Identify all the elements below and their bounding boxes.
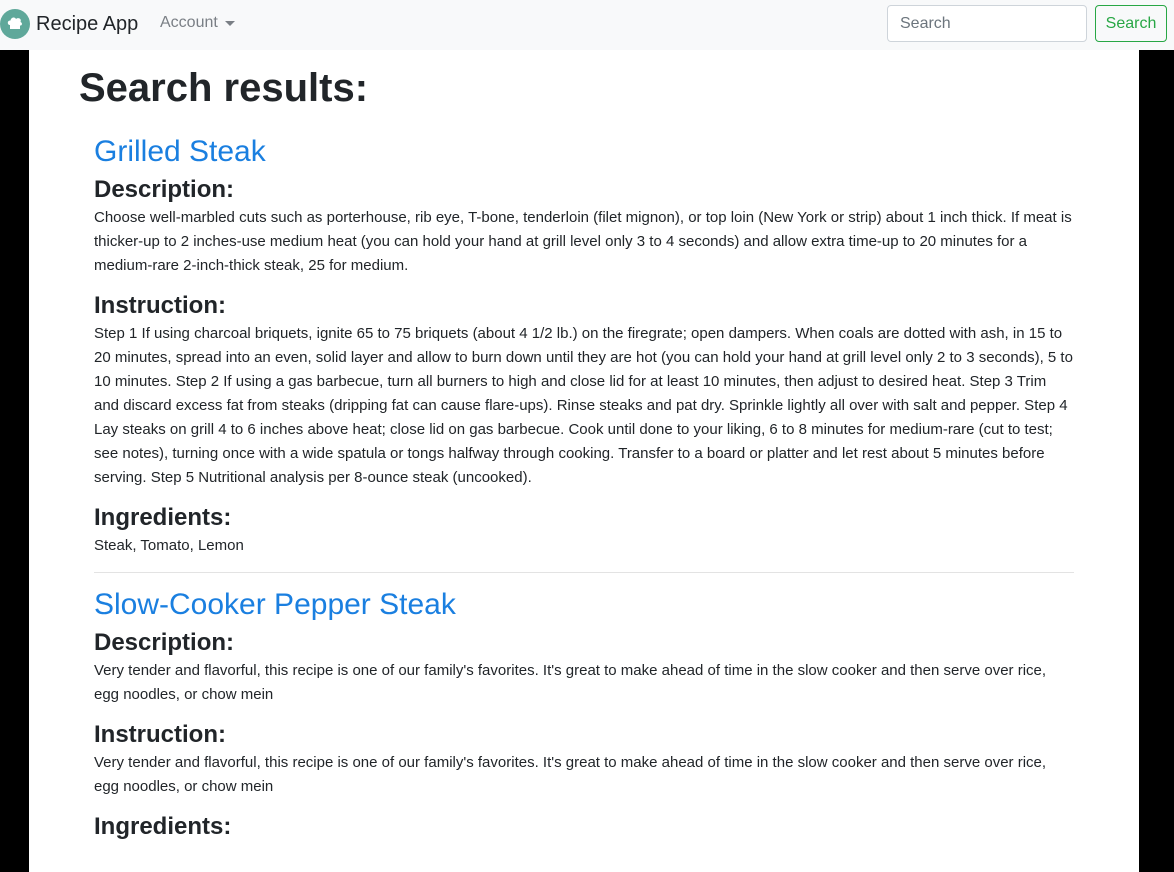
instruction-heading: Instruction: [94, 721, 226, 748]
ingredients-heading: Ingredients: [94, 504, 232, 531]
navbar: Recipe App Account Search [0, 0, 1174, 50]
brand-link[interactable]: Recipe App [0, 6, 138, 42]
main-content: Search results: Grilled Steak Descriptio… [29, 50, 1139, 872]
recipe-title-link[interactable]: Grilled Steak [94, 130, 1074, 174]
brand-name: Recipe App [36, 12, 139, 35]
description-heading: Description: [94, 629, 235, 656]
instruction-heading: Instruction: [94, 292, 226, 319]
caret-down-icon [224, 20, 235, 26]
recipe-description: Very tender and flavorful, this recipe i… [94, 662, 1047, 703]
search-results-list: Grilled Steak Description: Choose well-m… [94, 130, 1074, 843]
recipe-divider [94, 572, 1074, 573]
recipe-instruction: Step 1 If using charcoal briquets, ignit… [94, 325, 1073, 486]
ingredients-heading: Ingredients: [94, 813, 232, 840]
recipe-card: Slow-Cooker Pepper Steak Description: Ve… [94, 583, 1074, 843]
search-button[interactable]: Search [1095, 5, 1167, 42]
chef-hat-icon [0, 9, 30, 39]
account-dropdown[interactable]: Account [160, 14, 235, 32]
recipe-instruction: Very tender and flavorful, this recipe i… [94, 754, 1047, 795]
account-label: Account [160, 14, 218, 31]
description-heading: Description: [94, 176, 235, 203]
recipe-title-link[interactable]: Slow-Cooker Pepper Steak [94, 583, 1074, 627]
page-title: Search results: [79, 66, 369, 110]
recipe-description: Choose well-marbled cuts such as porterh… [94, 209, 1072, 274]
recipe-ingredients: Steak, Tomato, Lemon [94, 537, 244, 554]
recipe-card: Grilled Steak Description: Choose well-m… [94, 130, 1074, 558]
search-input[interactable] [887, 5, 1087, 42]
